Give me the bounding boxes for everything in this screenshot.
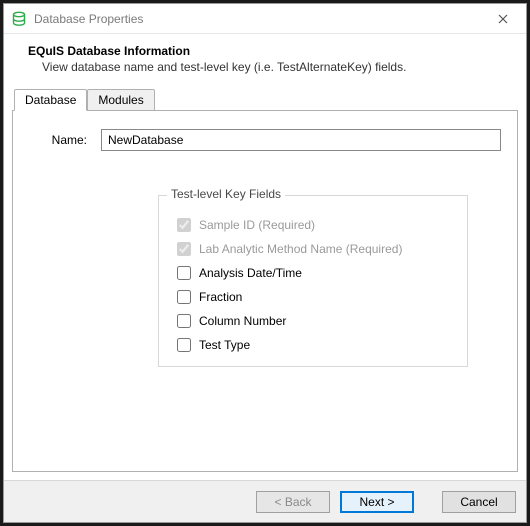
checkbox-label: Test Type: [199, 338, 250, 352]
window-title: Database Properties: [34, 12, 486, 26]
key-field-fraction[interactable]: Fraction: [177, 290, 455, 304]
header-subtitle: View database name and test-level key (i…: [28, 60, 510, 74]
tabstrip: Database Modules: [12, 89, 518, 111]
tab-container: Database Modules Name: Test-level Key Fi…: [4, 88, 526, 480]
cancel-button[interactable]: Cancel: [442, 491, 516, 513]
close-button[interactable]: [486, 7, 520, 31]
database-icon: [10, 10, 28, 28]
checkbox-lab-method: [177, 242, 191, 256]
checkbox-label: Analysis Date/Time: [199, 266, 302, 280]
name-label: Name:: [29, 133, 101, 147]
next-button[interactable]: Next >: [340, 491, 414, 513]
tab-body-database: Name: Test-level Key Fields Sample ID (R…: [12, 110, 518, 472]
key-field-test-type[interactable]: Test Type: [177, 338, 455, 352]
checkbox-sample-id: [177, 218, 191, 232]
checkbox-label: Sample ID (Required): [199, 218, 315, 232]
checkbox-analysis-date[interactable]: [177, 266, 191, 280]
key-field-sample-id: Sample ID (Required): [177, 218, 455, 232]
titlebar: Database Properties: [4, 4, 526, 34]
tab-label: Modules: [98, 93, 143, 107]
checkbox-label: Fraction: [199, 290, 242, 304]
checkbox-test-type[interactable]: [177, 338, 191, 352]
header-title: EQuIS Database Information: [28, 44, 510, 58]
close-icon: [498, 14, 508, 24]
key-field-analysis-date[interactable]: Analysis Date/Time: [177, 266, 455, 280]
group-legend: Test-level Key Fields: [167, 187, 285, 201]
tab-database[interactable]: Database: [14, 89, 87, 111]
key-field-lab-method: Lab Analytic Method Name (Required): [177, 242, 455, 256]
tab-label: Database: [25, 93, 76, 107]
checkbox-fraction[interactable]: [177, 290, 191, 304]
checkbox-label: Lab Analytic Method Name (Required): [199, 242, 402, 256]
test-level-key-fields-group: Test-level Key Fields Sample ID (Require…: [158, 195, 468, 367]
dialog-window: Database Properties EQuIS Database Infor…: [3, 3, 527, 523]
checkbox-column-number[interactable]: [177, 314, 191, 328]
name-input[interactable]: [101, 129, 501, 151]
tab-modules[interactable]: Modules: [87, 89, 154, 111]
button-bar: < Back Next > Cancel: [4, 480, 526, 522]
name-row: Name:: [29, 129, 501, 151]
back-button: < Back: [256, 491, 330, 513]
key-field-column-number[interactable]: Column Number: [177, 314, 455, 328]
header: EQuIS Database Information View database…: [4, 34, 526, 88]
checkbox-label: Column Number: [199, 314, 286, 328]
